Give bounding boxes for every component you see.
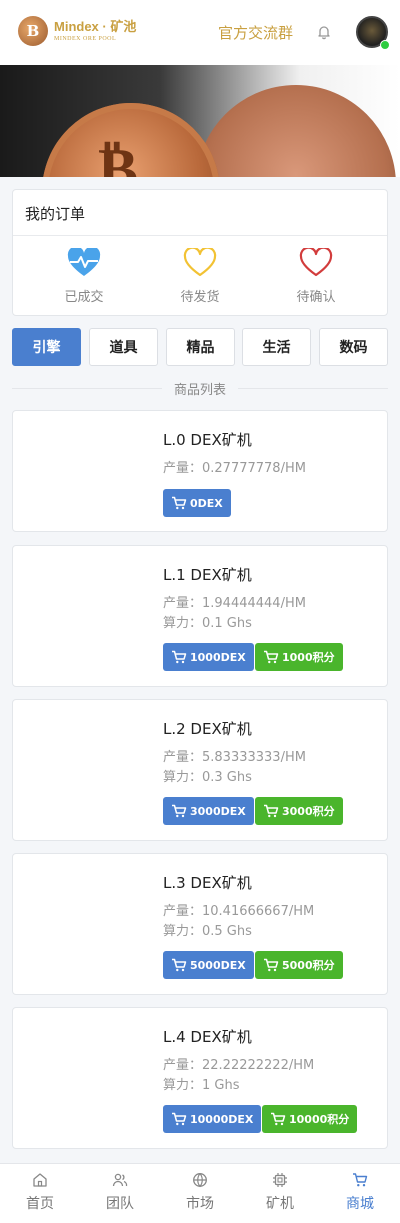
product-card[interactable]: L.3 DEX矿机 产量：10.41666667/HM 算力：0.5 Ghs 5… [12, 853, 388, 995]
nav-market[interactable]: 市场 [160, 1172, 240, 1213]
product-hashrate: 算力：0.1 Ghs [163, 616, 252, 631]
buy-dex-label: 1000DEX [190, 650, 246, 664]
product-name: L.3 DEX矿机 [163, 874, 252, 892]
product-output: 产量：1.94444444/HM [163, 596, 306, 611]
tab-life[interactable]: 生活 [242, 328, 311, 366]
buy-points-button[interactable]: 3000积分 [255, 797, 343, 825]
home-icon [33, 1173, 47, 1187]
buy-points-label: 1000积分 [282, 651, 335, 664]
cart-icon [264, 804, 279, 818]
tab-engine[interactable]: 引擎 [12, 328, 81, 366]
bitcoin-symbol: ₿ [98, 135, 139, 177]
buy-dex-label: 0DEX [190, 496, 223, 510]
cart-icon [271, 1112, 286, 1126]
divider [13, 235, 387, 236]
nav-label: 团队 [106, 1196, 134, 1212]
bottom-nav: 首页 团队 市场 矿机 商城 [0, 1163, 400, 1223]
official-group-link[interactable]: 官方交流群 [218, 22, 293, 43]
product-card[interactable]: L.0 DEX矿机 产量：0.27777778/HM 0DEX [12, 410, 388, 532]
buy-points-button[interactable]: 1000积分 [255, 643, 343, 671]
cart-icon [172, 650, 187, 664]
product-hashrate: 算力：0.5 Ghs [163, 924, 252, 939]
buy-dex-button[interactable]: 0DEX [163, 489, 231, 517]
team-icon [112, 1173, 128, 1187]
nav-miner[interactable]: 矿机 [240, 1172, 320, 1213]
nav-label: 首页 [26, 1196, 54, 1212]
category-tabs: 引擎 道具 精品 生活 数码 [12, 328, 388, 366]
nav-label: 市场 [186, 1196, 214, 1212]
buy-dex-label: 5000DEX [190, 958, 246, 972]
cart-icon [264, 958, 279, 972]
tab-premium[interactable]: 精品 [166, 328, 235, 366]
buy-points-label: 5000积分 [282, 959, 335, 972]
buy-dex-button[interactable]: 5000DEX [163, 951, 254, 979]
buy-points-label: 3000积分 [282, 805, 335, 818]
tab-props[interactable]: 道具 [89, 328, 158, 366]
logo-subtitle: MINDEX ORE POOL [54, 36, 117, 42]
buy-points-label: 10000积分 [289, 1113, 350, 1126]
product-card[interactable]: L.1 DEX矿机 产量：1.94444444/HM 算力：0.1 Ghs 10… [12, 545, 388, 687]
nav-label: 商城 [346, 1196, 374, 1212]
product-name: L.4 DEX矿机 [163, 1028, 252, 1046]
my-orders-card: 我的订单 已成交 待发货 待确认 [12, 189, 388, 316]
nav-home[interactable]: 首页 [0, 1172, 80, 1213]
nav-mall[interactable]: 商城 [320, 1172, 400, 1213]
cart-icon [353, 1173, 368, 1187]
order-status-label: 待发货 [180, 290, 220, 305]
globe-icon [193, 1173, 207, 1188]
buy-points-button[interactable]: 10000积分 [262, 1105, 358, 1133]
cart-icon [172, 1112, 187, 1126]
heartbeat-icon [67, 248, 101, 276]
product-hashrate: 算力：1 Ghs [163, 1078, 240, 1093]
product-output: 产量：0.27777778/HM [163, 461, 306, 476]
heart-outline-icon [183, 248, 217, 277]
buy-dex-label: 3000DEX [190, 804, 246, 818]
order-status-completed[interactable]: 已成交 [34, 248, 134, 305]
coin-image-back [196, 85, 396, 177]
order-status-pending-shipment[interactable]: 待发货 [150, 248, 250, 305]
product-name: L.1 DEX矿机 [163, 566, 252, 584]
buy-dex-button[interactable]: 3000DEX [163, 797, 254, 825]
product-output: 产量：5.83333333/HM [163, 750, 306, 765]
buy-points-button[interactable]: 5000积分 [255, 951, 343, 979]
logo-coin-icon: B [18, 16, 48, 46]
product-list-title: 商品列表 [173, 383, 226, 398]
product-hashrate: 算力：0.3 Ghs [163, 770, 252, 785]
app-header: B Mindex · 矿池 MINDEX ORE POOL 官方交流群 [0, 0, 400, 65]
order-status-pending-confirm[interactable]: 待确认 [266, 248, 366, 305]
heart-outline-icon [299, 248, 333, 277]
product-name: L.0 DEX矿机 [163, 431, 252, 449]
logo[interactable]: B Mindex · 矿池 MINDEX ORE POOL [18, 16, 136, 46]
bell-icon[interactable] [316, 24, 332, 40]
buy-dex-button[interactable]: 1000DEX [163, 643, 254, 671]
cart-icon [172, 496, 187, 510]
product-output: 产量：10.41666667/HM [163, 904, 315, 919]
product-name: L.2 DEX矿机 [163, 720, 252, 738]
order-status-label: 已成交 [64, 290, 104, 305]
nav-label: 矿机 [266, 1196, 294, 1212]
my-orders-title: 我的订单 [25, 205, 86, 223]
cart-icon [172, 958, 187, 972]
product-output: 产量：22.22222222/HM [163, 1058, 315, 1073]
cart-icon [172, 804, 187, 818]
buy-dex-label: 10000DEX [190, 1112, 254, 1126]
order-status-label: 待确认 [296, 290, 336, 305]
buy-dex-button[interactable]: 10000DEX [163, 1105, 262, 1133]
online-status-dot [380, 40, 390, 50]
product-card[interactable]: L.2 DEX矿机 产量：5.83333333/HM 算力：0.3 Ghs 30… [12, 699, 388, 841]
product-card[interactable]: L.4 DEX矿机 产量：22.22222222/HM 算力：1 Ghs 100… [12, 1007, 388, 1149]
tab-digital[interactable]: 数码 [319, 328, 388, 366]
chip-icon [273, 1173, 287, 1187]
logo-title: Mindex · 矿池 [54, 19, 137, 34]
nav-team[interactable]: 团队 [80, 1172, 160, 1213]
banner-image[interactable]: ₿ [0, 65, 400, 177]
cart-icon [264, 650, 279, 664]
